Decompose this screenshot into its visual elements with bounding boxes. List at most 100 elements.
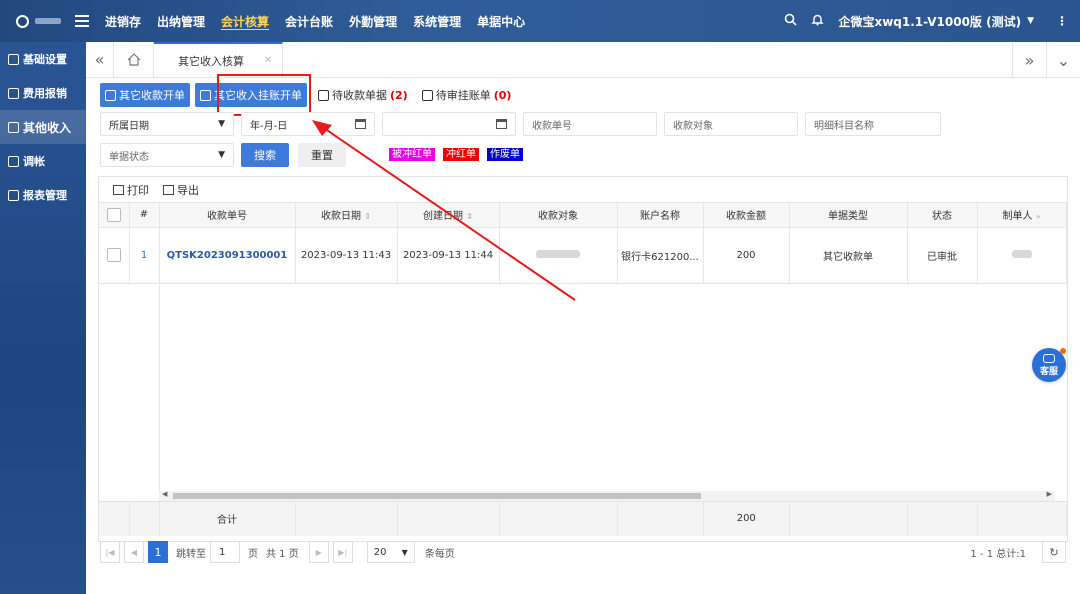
receipt-no-link[interactable]: QTSK2023091300001 <box>159 227 296 284</box>
company-switcher[interactable]: 企微宝xwq1.1-V1000版 (测试) ▼ <box>838 13 1034 30</box>
nav-item-inventory[interactable]: 进销存 <box>105 13 141 30</box>
tab-other-income-accounting[interactable]: 其它收入核算 ✕ <box>154 42 284 77</box>
reset-button[interactable]: 重置 <box>298 143 346 167</box>
end-date-field[interactable] <box>382 112 516 136</box>
company-name: 企微宝xwq1.1-V1000版 (测试) <box>838 14 1022 29</box>
grid-toolbar: 打印 导出 <box>99 177 1067 203</box>
tab-label: 其它收入核算 <box>178 54 244 68</box>
tag-reversed: 被冲红单 <box>389 147 435 161</box>
search-icon[interactable] <box>784 13 798 29</box>
input-placeholder: 明细科目名称 <box>814 120 874 132</box>
select-value: 所属日期 <box>109 120 149 132</box>
pending-approval-button[interactable]: 待审挂账单 (0) <box>417 83 517 107</box>
main-content: « 其它收入核算 ✕ » ⌄ 其它收款开单 其它收入挂账开单 待收款单据 (2) … <box>86 42 1080 594</box>
sidebar: 基础设置 费用报销 其他收入 调帐 报表管理 <box>0 42 86 594</box>
calendar-icon[interactable] <box>355 119 366 129</box>
sidebar-item-label: 费用报销 <box>23 87 67 100</box>
hamburger-menu-icon[interactable] <box>75 15 89 27</box>
start-date-field[interactable]: 年-月-日 <box>241 112 375 136</box>
chevron-right-icon: » <box>1035 212 1041 222</box>
sidebar-item-other-income[interactable]: 其他收入 <box>0 110 86 144</box>
nav-item-accounting[interactable]: 会计核算 <box>221 13 269 30</box>
close-icon[interactable]: ✕ <box>264 55 272 66</box>
edit-icon <box>421 89 433 101</box>
payee-cell <box>499 227 618 284</box>
jump-label: 跳转至 <box>176 548 206 560</box>
nav-item-system[interactable]: 系统管理 <box>413 13 461 30</box>
next-page-icon[interactable]: ▶ <box>308 541 329 563</box>
grid-footer-row: 合计 200 <box>99 501 1068 536</box>
home-icon[interactable] <box>114 42 154 77</box>
other-receipt-create-button[interactable]: 其它收款开单 <box>100 83 190 107</box>
page-unit: 页 <box>248 548 258 560</box>
report-icon <box>8 189 19 201</box>
nav-item-ledger[interactable]: 会计台账 <box>285 13 333 30</box>
col-header-receipt-no: 收款单号 <box>159 203 296 228</box>
bell-icon[interactable] <box>811 13 825 29</box>
chat-icon <box>1043 353 1055 363</box>
button-label: 其它收款开单 <box>119 89 185 102</box>
sidebar-item-adjust[interactable]: 调帐 <box>0 144 86 178</box>
calendar-icon[interactable] <box>496 119 507 129</box>
sort-icon: ⇕ <box>466 212 473 222</box>
footer-total-label: 合计 <box>159 501 296 536</box>
filter-row-1: 所属日期 ▼ 年-月-日 收款单号 收款对象 明细科目名称 <box>100 112 941 136</box>
page-jump-input[interactable]: 1 <box>210 541 240 563</box>
customer-service-button[interactable]: 客服 <box>1032 348 1066 382</box>
scroll-right-icon[interactable]: ▶ <box>1047 490 1052 498</box>
pending-receipts-button[interactable]: 待收款单据 (2) <box>313 83 413 107</box>
sidebar-item-expense[interactable]: 费用报销 <box>0 76 86 110</box>
input-placeholder: 收款单号 <box>532 120 572 132</box>
col-header-created-date[interactable]: 创建日期 ⇕ <box>397 203 500 228</box>
user-avatar-icon <box>16 14 29 28</box>
status-select[interactable]: 单据状态 ▼ <box>100 143 234 167</box>
double-chevron-left-icon[interactable]: « <box>86 42 114 77</box>
date-type-select[interactable]: 所属日期 ▼ <box>100 112 234 136</box>
highlight-box <box>217 74 311 116</box>
last-page-icon[interactable]: ▶| <box>332 541 353 563</box>
print-button[interactable]: 打印 <box>113 182 149 198</box>
sidebar-item-basic-settings[interactable]: 基础设置 <box>0 42 86 76</box>
payee-input[interactable]: 收款对象 <box>664 112 798 136</box>
button-label: 打印 <box>127 183 149 197</box>
button-label: 导出 <box>177 183 199 197</box>
caret-down-icon: ▼ <box>218 150 225 160</box>
total-pages: 共 1 页 <box>266 548 299 560</box>
subject-input[interactable]: 明细科目名称 <box>805 112 941 136</box>
user-menu[interactable] <box>0 14 75 28</box>
amount-cell: 200 <box>703 227 790 284</box>
header-label: 收款日期 <box>321 211 362 223</box>
receipt-date-cell: 2023-09-13 11:43 <box>295 227 398 284</box>
scroll-left-icon[interactable]: ◀ <box>162 490 167 498</box>
col-header-amount: 收款金额 <box>703 203 790 228</box>
sidebar-item-reports[interactable]: 报表管理 <box>0 178 86 212</box>
table-row[interactable]: 1 QTSK2023091300001 2023-09-13 11:43 202… <box>99 227 1067 284</box>
sidebar-item-label: 报表管理 <box>23 189 67 202</box>
col-header-doc-type: 单据类型 <box>789 203 908 228</box>
chevron-down-icon[interactable]: ⌄ <box>1046 42 1080 78</box>
first-page-icon[interactable]: |◀ <box>100 541 120 563</box>
refresh-icon[interactable]: ↻ <box>1042 541 1066 563</box>
row-checkbox[interactable] <box>99 227 130 284</box>
nav-item-field[interactable]: 外勤管理 <box>349 13 397 30</box>
table-header-row: # 收款单号 收款日期 ⇕ 创建日期 ⇕ 收款对象 账户名称 收款金额 单据类型… <box>99 203 1067 228</box>
count-badge: (2) <box>390 88 408 102</box>
more-vertical-icon[interactable]: ⋮ <box>1056 14 1068 28</box>
page-button-current[interactable]: 1 <box>148 541 168 563</box>
nav-item-documents[interactable]: 单据中心 <box>477 13 525 30</box>
double-chevron-right-icon[interactable]: » <box>1012 42 1046 78</box>
horizontal-scrollbar[interactable]: ◀ ▶ <box>159 490 1055 501</box>
export-button[interactable]: 导出 <box>163 182 199 198</box>
printer-icon <box>113 184 124 195</box>
search-button[interactable]: 搜索 <box>241 143 289 167</box>
select-all-checkbox[interactable] <box>99 203 130 228</box>
prev-page-icon[interactable]: ◀ <box>124 541 144 563</box>
per-page-label: 条每页 <box>424 548 455 560</box>
scrollbar-thumb[interactable] <box>173 493 701 499</box>
receipt-no-input[interactable]: 收款单号 <box>523 112 657 136</box>
page-size-select[interactable]: 20 ▼ <box>366 541 415 563</box>
nav-item-cashier[interactable]: 出纳管理 <box>157 13 205 30</box>
account-cell: 银行卡621200... <box>617 227 704 284</box>
tag-void: 作废单 <box>487 147 523 161</box>
col-header-receipt-date[interactable]: 收款日期 ⇕ <box>295 203 398 228</box>
